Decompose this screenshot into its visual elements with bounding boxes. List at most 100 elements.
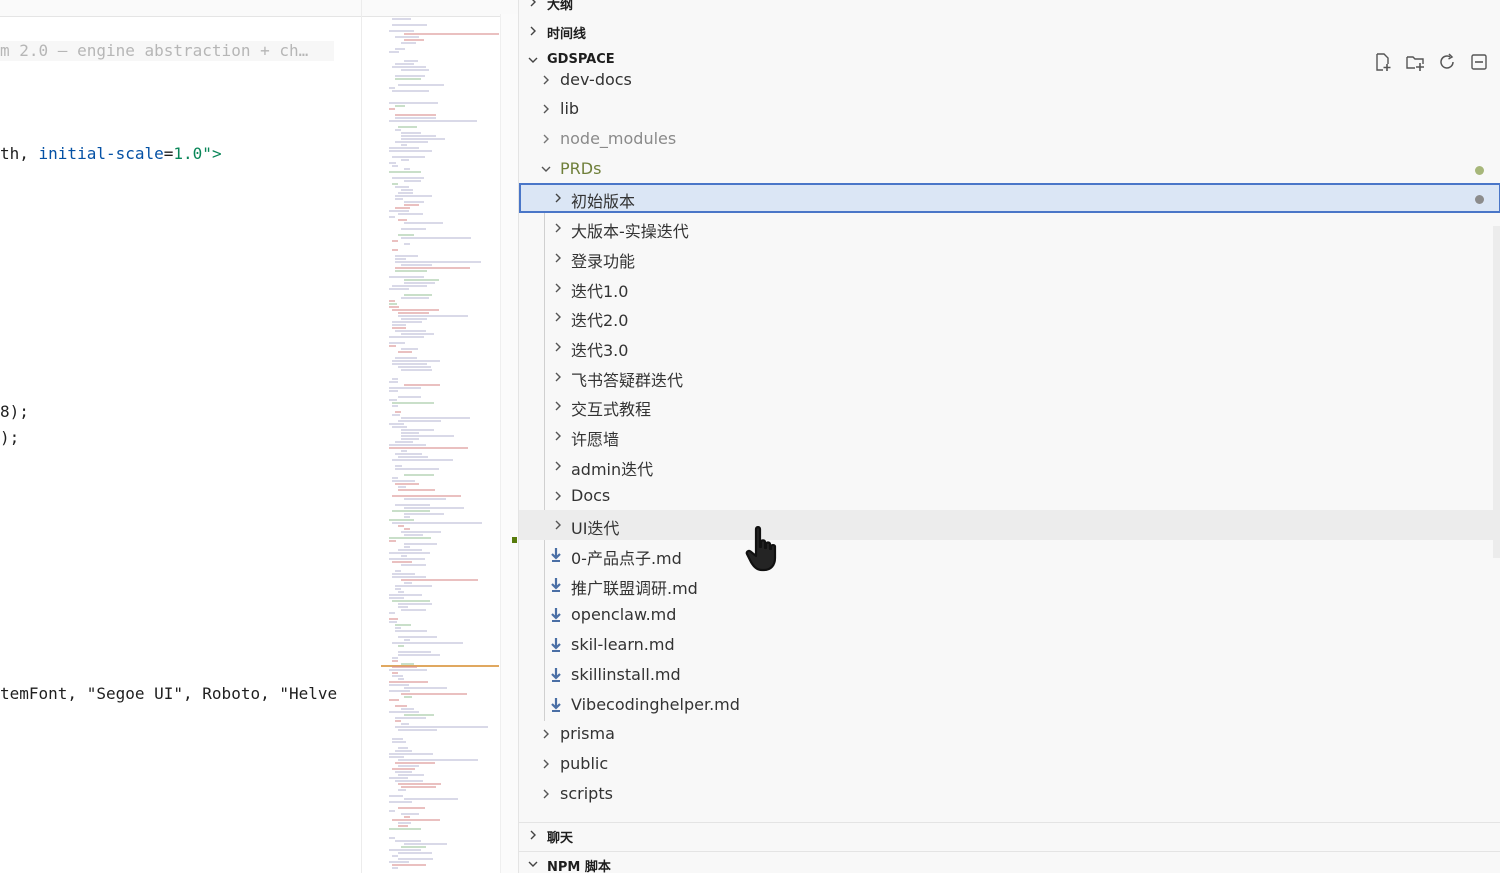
- tree-item-label: 交互式教程: [571, 400, 652, 419]
- tree-item-prd-child[interactable]: 许愿墙: [519, 421, 1500, 451]
- minimap-line: [389, 162, 396, 164]
- section-npm-scripts[interactable]: NPM 脚本: [519, 851, 1500, 873]
- tree-item-md-file[interactable]: skil-learn.md: [519, 630, 1500, 660]
- minimap-line: [392, 522, 482, 524]
- tree-item-prd-child[interactable]: Docs: [519, 481, 1500, 511]
- tree-item-prisma[interactable]: prisma: [519, 719, 1500, 749]
- minimap-line: [398, 126, 417, 128]
- minimap-line: [389, 681, 428, 683]
- minimap-line: [404, 294, 432, 296]
- minimap-line: [404, 168, 410, 170]
- tree-item-prd-child[interactable]: 初始版本: [519, 183, 1500, 213]
- tree-item-prd-child[interactable]: 交互式教程: [519, 391, 1500, 421]
- section-chat[interactable]: 聊天: [519, 822, 1500, 849]
- tree-item-prd-child[interactable]: UI迭代: [519, 510, 1500, 540]
- tree-item-label: 0-产品点子.md: [571, 549, 682, 568]
- minimap-line: [398, 654, 440, 656]
- code-editor[interactable]: m 2.0 — engine abstraction + ch… th, ini…: [0, 0, 518, 873]
- minimap-line: [401, 438, 419, 440]
- minimap-line: [404, 516, 410, 518]
- minimap-line: [389, 210, 409, 212]
- minimap-line: [392, 66, 426, 68]
- code-line-b[interactable]: );: [0, 428, 19, 448]
- editor-scrollbar[interactable]: [500, 14, 518, 873]
- minimap-line: [392, 405, 398, 407]
- minimap-line: [389, 558, 425, 560]
- code-line-viewport[interactable]: th, initial-scale=1.0">: [0, 144, 222, 164]
- explorer-panel: 大纲 时间线 GDSPACE dev-docs lib node_modules…: [518, 0, 1500, 873]
- minimap-line: [392, 165, 398, 167]
- chevron-right-icon: [543, 75, 549, 85]
- minimap-line: [395, 198, 403, 200]
- explorer-scrollbar[interactable]: [1493, 226, 1500, 558]
- minimap-line: [401, 228, 426, 230]
- minimap-line: [398, 651, 431, 653]
- minimap-line: [395, 720, 401, 722]
- minimap-line: [389, 618, 398, 620]
- minimap-line: [404, 534, 423, 536]
- minimap-line: [395, 705, 407, 707]
- minimap-line: [395, 129, 401, 131]
- tree-item-prd-child[interactable]: 飞书答疑群迭代: [519, 362, 1500, 392]
- minimap-line: [401, 564, 426, 566]
- minimap-line: [389, 381, 398, 383]
- minimap-line: [401, 579, 478, 581]
- code-line-a[interactable]: 8);: [0, 402, 29, 422]
- tree-item-md-file[interactable]: 推广联盟调研.md: [519, 570, 1500, 600]
- minimap-line: [389, 447, 468, 449]
- markdown-file-icon: [551, 638, 561, 652]
- tree-item-md-file[interactable]: 0-产品点子.md: [519, 540, 1500, 570]
- tree-item-md-file[interactable]: skillinstall.md: [519, 660, 1500, 690]
- tree-item-prd-child[interactable]: 迭代1.0: [519, 273, 1500, 303]
- tree-item-label: 初始版本: [571, 192, 636, 211]
- minimap-line: [401, 693, 467, 695]
- section-outline[interactable]: 大纲: [519, 0, 1500, 16]
- tree-item-prd-child[interactable]: 登录功能: [519, 243, 1500, 273]
- minimap-line: [389, 810, 395, 812]
- minimap-line: [401, 450, 407, 452]
- minimap-line: [404, 384, 440, 386]
- tree-item-prd-child[interactable]: 迭代3.0: [519, 332, 1500, 362]
- tree-item-scripts[interactable]: scripts: [519, 779, 1500, 809]
- minimap-line: [401, 369, 432, 371]
- section-timeline[interactable]: 时间线: [519, 19, 1500, 45]
- tree-item-prds[interactable]: PRDs: [519, 154, 1500, 184]
- tree-item-lib[interactable]: lib: [519, 94, 1500, 124]
- tree-item-label: Docs: [571, 486, 611, 505]
- chevron-right-icon: [555, 283, 561, 293]
- tree-item-prd-child[interactable]: 大版本-实操迭代: [519, 213, 1500, 243]
- minimap-line: [392, 156, 425, 158]
- chevron-right-icon: [543, 729, 549, 739]
- minimap-line: [389, 108, 395, 110]
- tree-item-prd-child[interactable]: 迭代2.0: [519, 302, 1500, 332]
- tree-item-dev-docs[interactable]: dev-docs: [519, 65, 1500, 95]
- minimap-line: [389, 345, 396, 347]
- minimap-line: [395, 627, 401, 629]
- minimap-line: [404, 33, 499, 35]
- tree-item-public[interactable]: public: [519, 749, 1500, 779]
- minimap-line: [401, 609, 426, 611]
- tree-item-prd-child[interactable]: admin迭代: [519, 451, 1500, 481]
- minimap-line: [395, 588, 401, 590]
- markdown-file-icon: [551, 578, 561, 592]
- minimap-line: [389, 390, 398, 392]
- code-line-font-family[interactable]: temFont, "Segoe UI", Roboto, "Helve: [0, 684, 337, 704]
- scrollbar-change-marker: [512, 537, 517, 543]
- minimap-line: [398, 420, 441, 422]
- minimap-line: [392, 24, 427, 26]
- minimap-line: [395, 141, 428, 143]
- minimap-line: [392, 183, 398, 185]
- minimap-line: [389, 399, 397, 401]
- minimap[interactable]: [381, 14, 499, 873]
- minimap-line: [395, 717, 426, 719]
- minimap-line: [389, 828, 421, 830]
- tree-item-md-file[interactable]: openclaw.md: [519, 600, 1500, 630]
- tree-item-md-file[interactable]: Vibecodinghelper.md: [519, 690, 1500, 720]
- minimap-line: [401, 555, 407, 557]
- minimap-line: [404, 498, 446, 500]
- minimap-line: [389, 519, 414, 521]
- minimap-line: [398, 765, 419, 767]
- tree-item-node-modules[interactable]: node_modules: [519, 124, 1500, 154]
- minimap-line: [395, 105, 405, 107]
- minimap-line: [404, 474, 434, 476]
